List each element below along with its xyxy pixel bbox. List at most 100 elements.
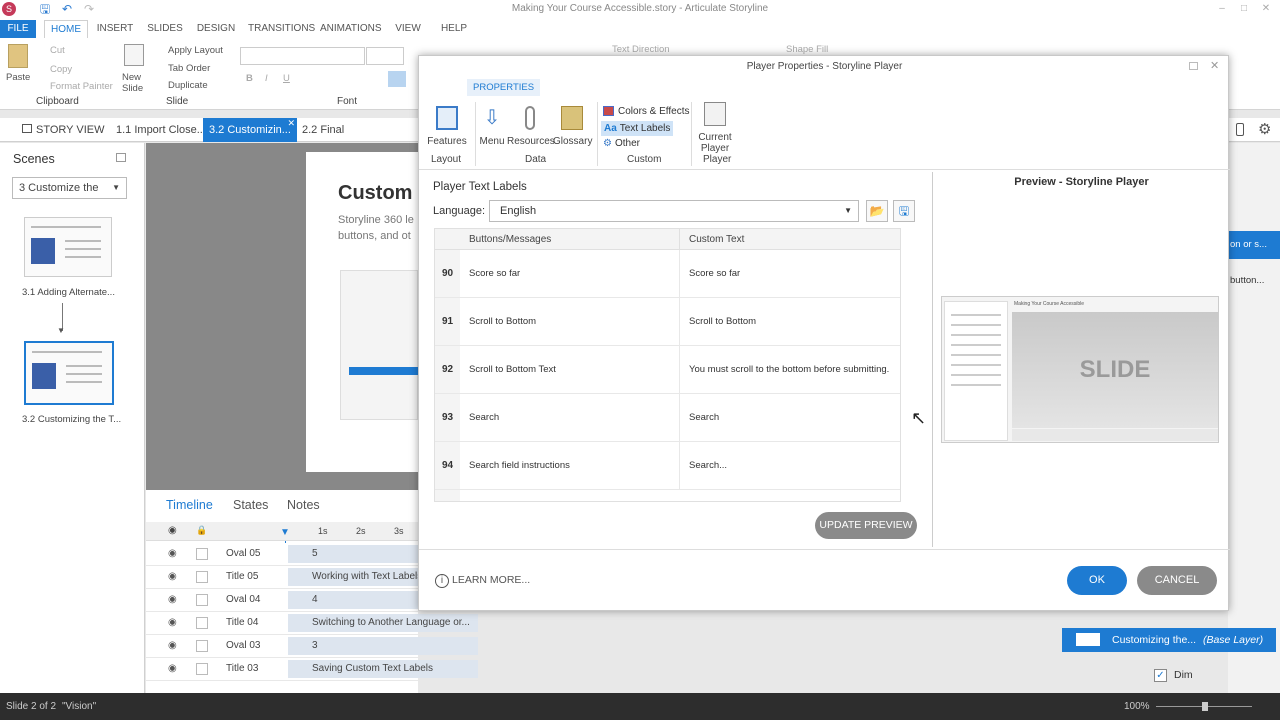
format-painter-button[interactable]: Format Painter	[50, 81, 113, 92]
save-icon[interactable]: 🖫	[893, 200, 915, 222]
tab-design[interactable]: DESIGN	[196, 20, 236, 38]
eye-icon[interactable]: ◉	[168, 617, 177, 628]
tab-transitions[interactable]: TRANSITIONS	[248, 20, 315, 38]
dim-checkbox[interactable]: ✓	[1154, 669, 1167, 682]
scene-select[interactable]: 3 Customize the ▼	[12, 177, 127, 199]
dialog-close-icon[interactable]: ✕	[1210, 59, 1219, 72]
italic-icon[interactable]: I	[265, 73, 268, 84]
resources-button[interactable]: Resources	[507, 106, 555, 147]
gear-icon[interactable]: ⚙	[1258, 120, 1271, 138]
eye-icon[interactable]: ◉	[168, 548, 177, 559]
eye-icon[interactable]: ◉	[168, 525, 177, 536]
copy-button[interactable]: Copy	[50, 64, 72, 75]
font-size-select[interactable]	[366, 47, 404, 65]
eye-icon[interactable]: ◉	[168, 571, 177, 582]
cancel-button[interactable]: CANCEL	[1137, 566, 1217, 595]
timeline-bar[interactable]: 3	[288, 637, 478, 655]
tab-help[interactable]: HELP	[440, 20, 468, 38]
lock-checkbox[interactable]	[196, 640, 208, 652]
tab-animations[interactable]: ANIMATIONS	[320, 20, 381, 38]
text-labels-button[interactable]: Aa Text Labels	[601, 121, 674, 136]
glossary-button[interactable]: Glossary	[553, 106, 592, 147]
font-name-select[interactable]	[240, 47, 365, 65]
tab-notes[interactable]: Notes	[287, 498, 320, 512]
cut-button[interactable]: Cut	[50, 45, 65, 56]
tab-file[interactable]: FILE	[0, 20, 36, 38]
tab-story-view[interactable]: STORY VIEW	[16, 118, 110, 142]
features-button[interactable]: Features	[427, 106, 467, 147]
update-preview-button[interactable]: UPDATE PREVIEW	[815, 512, 917, 539]
slide-thumbnail-3-2[interactable]	[24, 341, 114, 405]
device-preview-icon[interactable]	[1236, 123, 1244, 136]
close-icon[interactable]: ✕	[1258, 3, 1274, 15]
shape-fill-button[interactable]: Shape Fill	[786, 44, 828, 55]
row-custom-text[interactable]: Score so far	[679, 250, 740, 297]
eye-icon[interactable]: ◉	[168, 663, 177, 674]
ok-button[interactable]: OK	[1067, 566, 1127, 595]
zoom-slider-handle[interactable]	[1202, 702, 1208, 711]
tab-slides[interactable]: SLIDES	[146, 20, 184, 38]
triggers-panel: on or s... button...	[1228, 143, 1280, 693]
paste-button[interactable]: Paste	[6, 72, 30, 83]
tab-slide-2-2[interactable]: 2.2 Final	[296, 118, 350, 142]
language-select[interactable]: English ▼	[489, 200, 859, 222]
folder-open-icon[interactable]: 📂	[866, 200, 888, 222]
timeline-row[interactable]: ◉ Oval 04 4	[146, 589, 478, 612]
row-custom-text[interactable]: Search...	[679, 442, 727, 489]
bold-icon[interactable]: B	[246, 73, 253, 84]
table-row[interactable]: 92 Scroll to Bottom Text You must scroll…	[435, 346, 900, 394]
trigger-selected[interactable]: on or s...	[1228, 231, 1280, 259]
lock-checkbox[interactable]	[196, 617, 208, 629]
other-button[interactable]: ⚙ Other	[603, 138, 640, 149]
table-row[interactable]: 90 Score so far Score so far	[435, 250, 900, 298]
tab-slide-3-2[interactable]: 3.2 Customizin... ✕	[203, 118, 297, 142]
learn-more-link[interactable]: i LEARN MORE...	[435, 574, 530, 588]
tab-home[interactable]: HOME	[44, 20, 88, 38]
slide-stage[interactable]: Custom Storyline 360 le buttons, and ot	[306, 152, 419, 472]
apply-layout-button[interactable]: Apply Layout	[168, 45, 223, 56]
playhead-icon[interactable]: ▼	[280, 527, 290, 538]
maximize-icon[interactable]: □	[1236, 3, 1252, 15]
eye-icon[interactable]: ◉	[168, 640, 177, 651]
lock-checkbox[interactable]	[196, 571, 208, 583]
slide-thumbnail-3-1[interactable]	[24, 217, 112, 277]
lock-checkbox[interactable]	[196, 663, 208, 675]
text-direction-button[interactable]: Text Direction	[612, 44, 670, 55]
table-row[interactable]: 93 Search Search	[435, 394, 900, 442]
tab-states[interactable]: States	[233, 498, 268, 512]
timeline-row[interactable]: ◉ Title 04 Switching to Another Language…	[146, 612, 478, 635]
menu-button[interactable]: ⇩ Menu	[477, 106, 507, 147]
row-custom-text[interactable]: Scroll to Bottom	[679, 298, 756, 345]
properties-tab[interactable]: PROPERTIES	[467, 79, 541, 96]
row-custom-text[interactable]: Search	[679, 394, 719, 441]
collapse-panel-icon[interactable]	[116, 153, 126, 162]
timeline-bar[interactable]: Switching to Another Language or...	[288, 614, 478, 632]
duplicate-button[interactable]: Duplicate	[168, 80, 208, 91]
table-row[interactable]: 94 Search field instructions Search...	[435, 442, 900, 490]
eye-icon[interactable]: ◉	[168, 594, 177, 605]
slide-screenshot-image	[340, 270, 419, 420]
highlight-icon[interactable]	[388, 71, 406, 87]
current-player-button[interactable]: Current Player	[695, 102, 735, 154]
tab-timeline[interactable]: Timeline	[166, 498, 213, 512]
underline-icon[interactable]: U	[283, 73, 290, 84]
lock-checkbox[interactable]	[196, 594, 208, 606]
tab-view[interactable]: VIEW	[392, 20, 424, 38]
lock-icon[interactable]: 🔒	[196, 525, 207, 536]
new-slide-button[interactable]: New Slide	[122, 72, 150, 94]
timeline-row[interactable]: ◉ Title 03 Saving Custom Text Labels	[146, 658, 478, 681]
lock-checkbox[interactable]	[196, 548, 208, 560]
tab-slide-1-1[interactable]: 1.1 Import Close...	[110, 118, 212, 142]
timeline-row[interactable]: ◉ Title 05 Working with Text Labels	[146, 566, 478, 589]
table-row[interactable]: 91 Scroll to Bottom Scroll to Bottom	[435, 298, 900, 346]
close-tab-icon[interactable]: ✕	[287, 111, 295, 135]
minimize-icon[interactable]: –	[1214, 3, 1230, 15]
timeline-bar[interactable]: Saving Custom Text Labels	[288, 660, 478, 678]
row-custom-text[interactable]: You must scroll to the bottom before sub…	[679, 346, 889, 393]
tab-order-button[interactable]: Tab Order	[168, 63, 210, 74]
tab-insert[interactable]: INSERT	[96, 20, 134, 38]
colors-effects-button[interactable]: Colors & Effects	[603, 106, 690, 117]
timeline-row[interactable]: ◉ Oval 05 5	[146, 543, 478, 566]
dialog-maximize-icon[interactable]	[1189, 62, 1198, 70]
timeline-row[interactable]: ◉ Oval 03 3	[146, 635, 478, 658]
